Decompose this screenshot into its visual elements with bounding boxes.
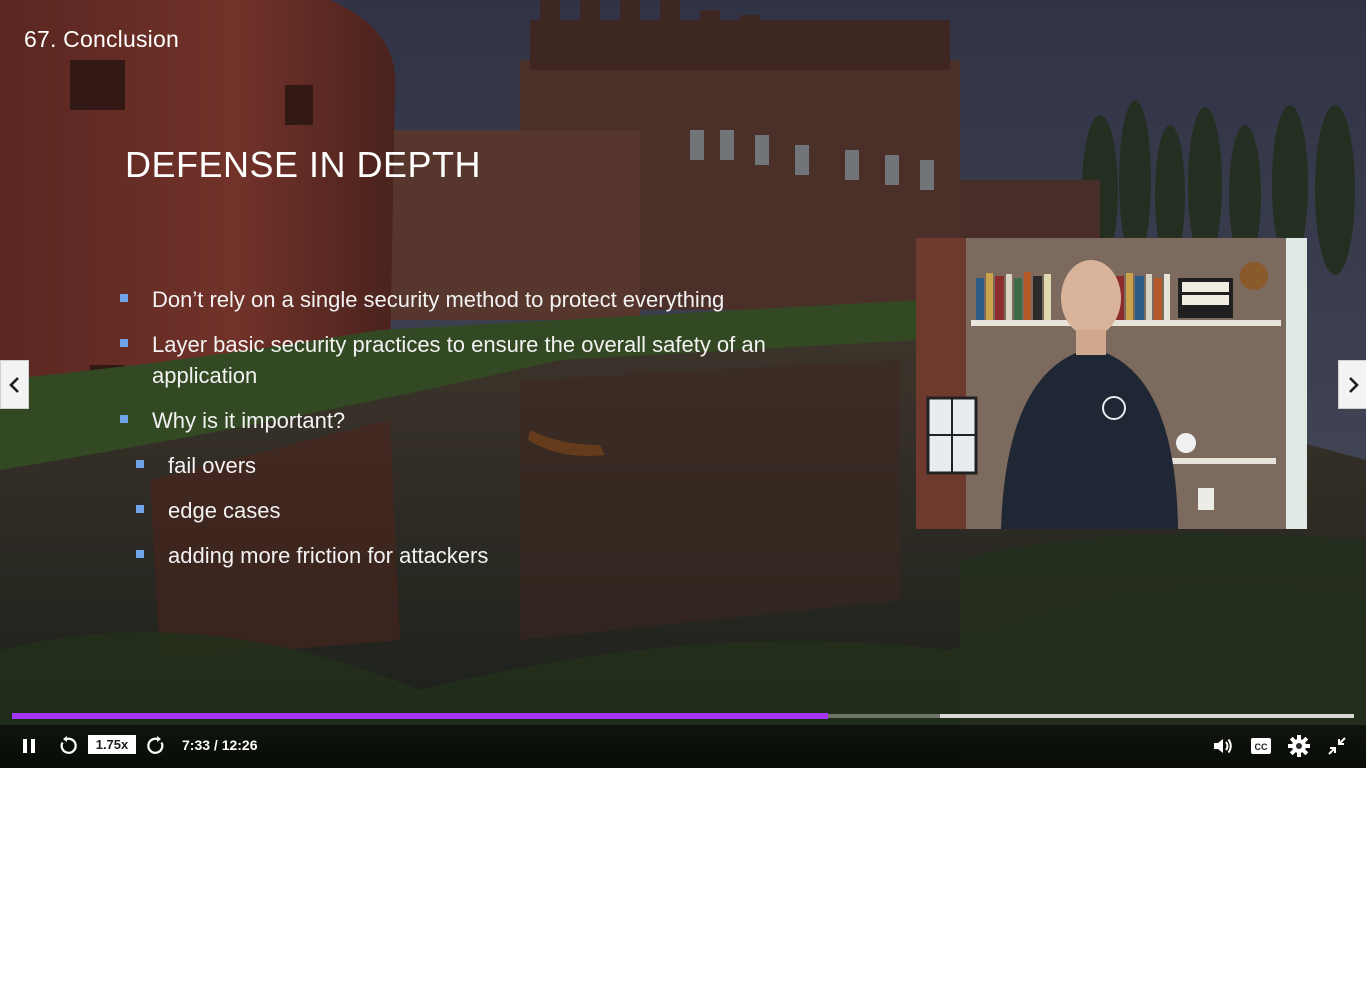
bullet-square-icon [120,415,128,423]
instructor-webcam [916,238,1307,529]
pause-icon [23,739,35,753]
time-display: 7:33 / 12:26 [182,737,258,753]
captions-button[interactable]: CC [1248,733,1274,759]
exit-fullscreen-button[interactable] [1324,733,1350,759]
bullet-square-icon [136,550,144,558]
slide-bullet-text: Layer basic security practices to ensure… [152,332,766,388]
rewind-button[interactable] [54,733,80,759]
slide-sub-bullet-text: fail overs [168,453,257,478]
slide-sub-bullet-text: adding more friction for attackers [168,543,489,568]
volume-button[interactable] [1209,733,1237,759]
slide-sub-bullet: fail overs [134,450,838,481]
captions-icon: CC [1251,738,1271,754]
progress-buffered [940,714,1354,718]
chevron-left-icon [8,376,19,393]
slide-sub-bullet: edge cases [134,495,838,526]
rewind-icon [60,736,77,754]
bullet-square-icon [136,505,144,513]
forward-icon [147,736,164,754]
slide-sub-bullet: adding more friction for attackers [134,540,838,571]
forward-button[interactable] [144,733,170,759]
captions-label: CC [1255,742,1268,752]
lecture-title: 67. Conclusion [24,26,179,52]
next-lecture-button[interactable] [1338,360,1366,409]
video-player[interactable]: 67. Conclusion DEFENSE IN DEPTH Don’t re… [0,0,1366,768]
control-bar: 1.75x 7:33 / 12:26 CC [0,725,1366,768]
progress-played [12,713,828,719]
slide-heading: DEFENSE IN DEPTH [125,144,482,185]
pause-button[interactable] [16,733,42,759]
volume-icon [1214,738,1232,754]
slide-bullet-text: Don’t rely on a single security method t… [152,287,725,312]
slide-sub-bullet-text: edge cases [168,498,281,523]
slide-bullet: Don’t rely on a single security method t… [118,284,838,315]
slide-bullet: Why is it important? [118,405,838,436]
playback-speed-button[interactable]: 1.75x [88,735,136,754]
settings-button[interactable] [1286,733,1312,759]
previous-lecture-button[interactable] [0,360,29,409]
instructor-video [916,238,1307,529]
slide-bullet-list: Don’t rely on a single security method t… [118,284,838,585]
settings-icon [1288,735,1310,757]
exit-fullscreen-icon [1328,737,1346,755]
bullet-square-icon [120,294,128,302]
slide-bullet: Layer basic security practices to ensure… [118,329,838,391]
progress-bar[interactable] [12,713,1354,719]
chevron-right-icon [1348,376,1359,393]
bullet-square-icon [136,460,144,468]
bullet-square-icon [120,339,128,347]
slide-bullet-text: Why is it important? [152,408,346,433]
